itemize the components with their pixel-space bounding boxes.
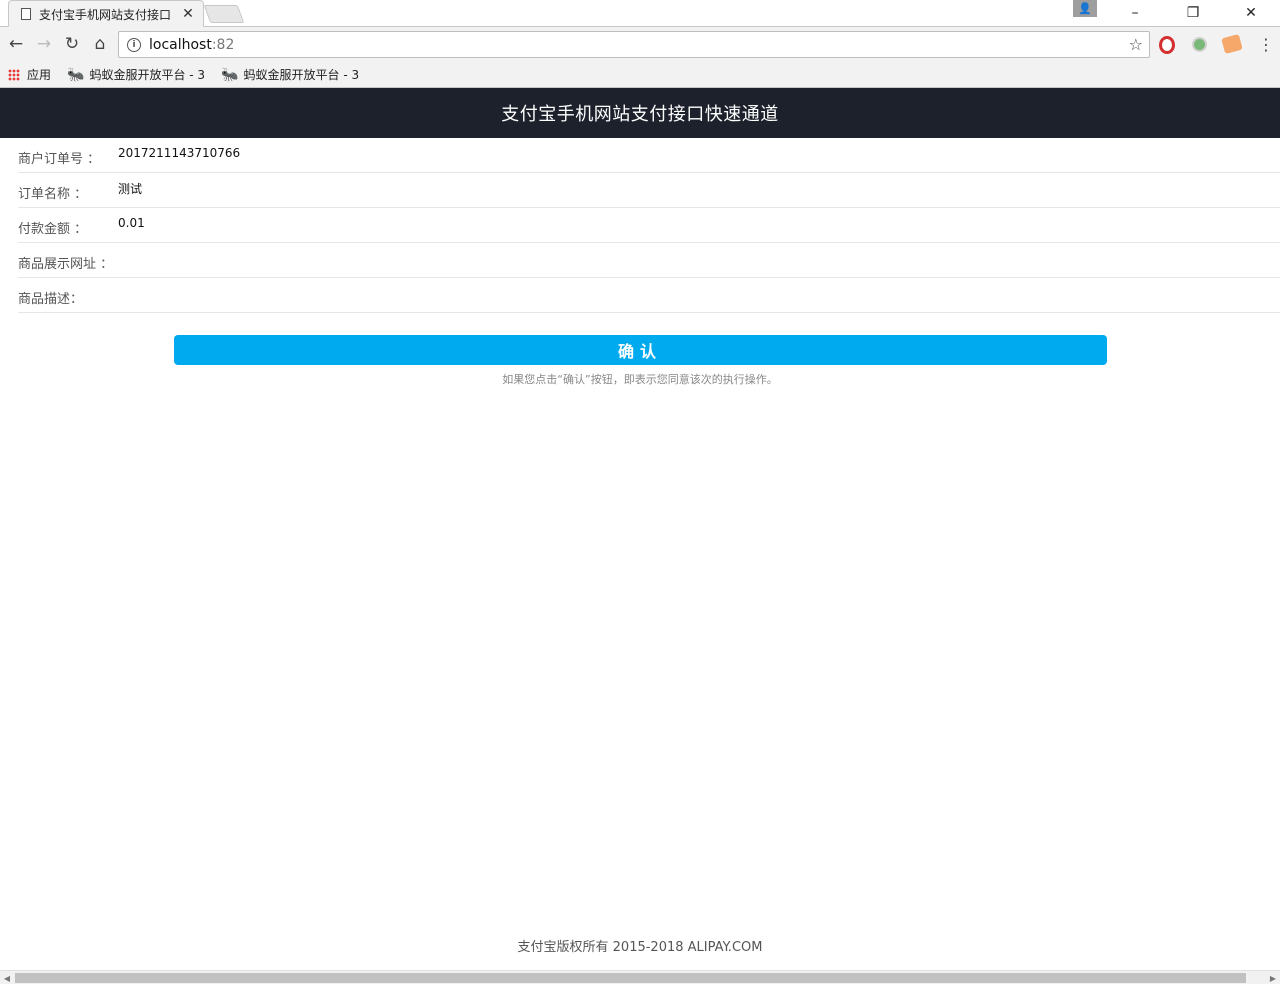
orange-extension-icon[interactable]: [1221, 33, 1243, 55]
opera-extension-icon[interactable]: [1159, 36, 1175, 54]
field-label: 订单名称 ：: [18, 186, 88, 202]
field-order-number: 商户订单号 ： 2017211143710766: [18, 138, 1280, 173]
reload-icon[interactable]: ↻: [61, 33, 83, 55]
profile-icon[interactable]: 👤: [1073, 0, 1097, 17]
apps-grid-icon: [8, 68, 20, 81]
url-port: :82: [211, 36, 235, 53]
close-window-icon[interactable]: ✕: [1222, 0, 1280, 25]
minimize-icon[interactable]: –: [1106, 0, 1164, 25]
horizontal-scrollbar[interactable]: ◀ ▶: [0, 970, 1280, 984]
url-host: localhost: [149, 36, 212, 53]
page-title: 支付宝手机网站支付接口快速通道: [501, 104, 779, 125]
forward-icon[interactable]: →: [33, 33, 55, 55]
bookmark-label: 蚂蚁金服开放平台 - 3: [89, 68, 206, 82]
green-extension-icon[interactable]: [1192, 37, 1207, 52]
back-icon[interactable]: ←: [5, 33, 27, 55]
info-icon[interactable]: i: [127, 37, 141, 52]
field-amount: 付款金额 ： 0.01: [18, 208, 1280, 243]
field-label: 商户订单号 ：: [18, 151, 101, 167]
bookmark-label: 应用: [27, 68, 52, 82]
confirm-note: 如果您点击“确认”按钮，即表示您同意该次的执行操作。: [502, 373, 778, 386]
tab-close-icon[interactable]: ✕: [181, 6, 195, 22]
scroll-right-icon[interactable]: ▶: [1266, 971, 1280, 985]
page-content: 支付宝手机网站支付接口快速通道 商户订单号 ： 2017211143710766…: [0, 88, 1280, 970]
ant-icon: 🐜: [67, 66, 85, 83]
bookmark-antfin-2[interactable]: 🐜 蚂蚁金服开放平台 - 3: [221, 66, 359, 83]
browser-titlebar: 支付宝手机网站支付接口 ✕ 👤 – ❐ ✕: [0, 0, 1280, 27]
browser-menu-icon[interactable]: ⋮: [1258, 35, 1274, 54]
amount-input[interactable]: 0.01: [118, 216, 145, 230]
field-show-url: 商品展示网址 ：: [18, 243, 1280, 278]
confirm-section: 确认 如果您点击“确认”按钮，即表示您同意该次的执行操作。: [0, 335, 1280, 387]
browser-toolbar: ← → ↻ ⌂ i localhost:82 ☆ ⋮: [0, 27, 1280, 62]
field-label: 商品展示网址 ：: [18, 256, 114, 272]
field-order-name: 订单名称 ： 测试: [18, 173, 1280, 208]
scrollbar-thumb[interactable]: [15, 973, 1246, 983]
field-label: 付款金额 ：: [18, 221, 88, 237]
home-icon[interactable]: ⌂: [89, 33, 111, 55]
page-icon: [21, 8, 31, 20]
new-tab-button[interactable]: [203, 5, 245, 23]
window-controls: – ❐ ✕: [1106, 0, 1280, 27]
order-number-input[interactable]: 2017211143710766: [118, 146, 240, 160]
order-form: 商户订单号 ： 2017211143710766 订单名称 ： 测试 付款金额 …: [18, 138, 1280, 313]
bookmarks-bar: 应用 🐜 蚂蚁金服开放平台 - 3 🐜 蚂蚁金服开放平台 - 3: [0, 62, 1280, 88]
field-label: 商品描述：: [18, 291, 84, 307]
address-bar[interactable]: i localhost:82 ☆: [118, 31, 1150, 58]
tab-title: 支付宝手机网站支付接口: [39, 7, 172, 22]
browser-tab[interactable]: 支付宝手机网站支付接口 ✕: [8, 0, 204, 27]
bookmark-label: 蚂蚁金服开放平台 - 3: [243, 68, 360, 82]
page-header: 支付宝手机网站支付接口快速通道: [0, 88, 1280, 138]
scroll-left-icon[interactable]: ◀: [0, 971, 14, 985]
ant-icon: 🐜: [221, 66, 239, 83]
order-name-input[interactable]: 测试: [118, 180, 142, 197]
restore-icon[interactable]: ❐: [1164, 0, 1222, 25]
bookmark-star-icon[interactable]: ☆: [1129, 35, 1143, 54]
page-footer: 支付宝版权所有 2015-2018 ALIPAY.COM: [517, 940, 763, 955]
bookmark-antfin-1[interactable]: 🐜 蚂蚁金服开放平台 - 3: [67, 66, 205, 83]
bookmark-apps[interactable]: 应用: [8, 66, 51, 83]
confirm-button[interactable]: 确认: [173, 335, 1107, 365]
field-description: 商品描述：: [18, 278, 1280, 313]
